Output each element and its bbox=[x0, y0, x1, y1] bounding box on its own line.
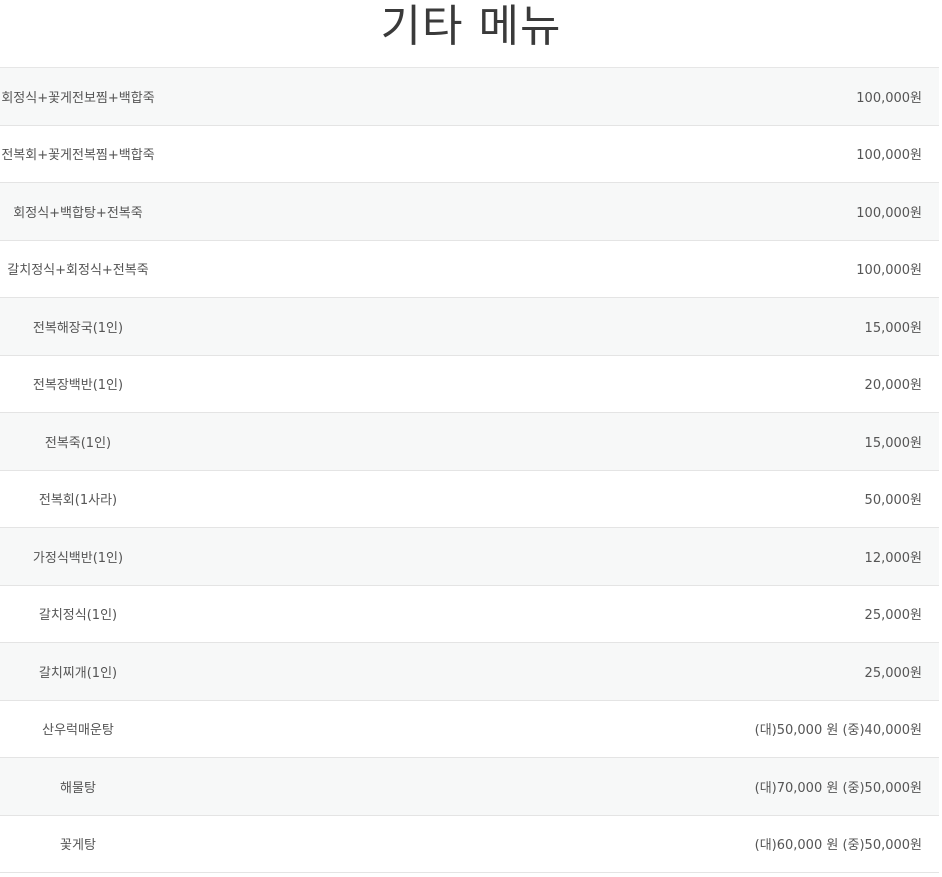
menu-item-price: 100,000원 bbox=[856, 90, 922, 106]
menu-item-price: 100,000원 bbox=[856, 263, 922, 279]
menu-item-name: 해물탕 bbox=[60, 780, 96, 796]
menu-row: 전복장백반(1인) 20,000원 bbox=[0, 355, 939, 413]
menu-item-name: 전복죽(1인) bbox=[44, 435, 112, 451]
menu-row: 전복회+꽃게전복찜+백합죽 100,000원 bbox=[0, 125, 939, 183]
menu-item-price: 20,000원 bbox=[864, 378, 922, 394]
menu-row: 회정식+백합탕+전복죽 100,000원 bbox=[0, 183, 939, 241]
menu-row: 산우럭매운탕 (대)50,000 원 (중)40,000원 bbox=[0, 700, 939, 758]
menu-item-name: 회정식+백합탕+전복죽 bbox=[13, 205, 143, 221]
menu-item-price: 12,000원 bbox=[864, 550, 922, 566]
menu-item-name: 갈치찌개(1인) bbox=[38, 665, 118, 681]
menu-row: 가정식백반(1인) 12,000원 bbox=[0, 528, 939, 586]
menu-row: 갈치정식(1인) 25,000원 bbox=[0, 585, 939, 643]
menu-item-price: (대)60,000 원 (중)50,000원 bbox=[754, 838, 922, 854]
menu-row: 꽃게탕 (대)60,000 원 (중)50,000원 bbox=[0, 815, 939, 873]
menu-item-name: 꽃게탕 bbox=[60, 838, 96, 854]
menu-row: 전복해장국(1인) 15,000원 bbox=[0, 298, 939, 356]
menu-item-price: 15,000원 bbox=[864, 320, 922, 336]
menu-item-price: (대)50,000 원 (중)40,000원 bbox=[754, 723, 922, 739]
menu-item-name: 전복장백반(1인) bbox=[32, 378, 124, 394]
menu-row: 전복회(1사라) 50,000원 bbox=[0, 470, 939, 528]
menu-item-name: 전복해장국(1인) bbox=[32, 320, 124, 336]
menu-row: 갈치찌개(1인) 25,000원 bbox=[0, 643, 939, 701]
menu-item-price: 50,000원 bbox=[864, 493, 922, 509]
menu-item-price: 15,000원 bbox=[864, 435, 922, 451]
menu-item-name: 가정식백반(1인) bbox=[32, 550, 124, 566]
menu-item-price: 25,000원 bbox=[864, 608, 922, 624]
menu-item-name: 갈치정식+회정식+전복죽 bbox=[7, 263, 149, 279]
menu-item-price: 100,000원 bbox=[856, 148, 922, 164]
menu-table: 회정식+꽃게전보찜+백합죽 100,000원 전복회+꽃게전복찜+백합죽 100… bbox=[0, 67, 939, 873]
menu-row: 해물탕 (대)70,000 원 (중)50,000원 bbox=[0, 758, 939, 816]
menu-item-price: (대)70,000 원 (중)50,000원 bbox=[754, 780, 922, 796]
menu-item-name: 전복회(1사라) bbox=[38, 493, 118, 509]
menu-item-price: 25,000원 bbox=[864, 665, 922, 681]
menu-item-price: 100,000원 bbox=[856, 205, 922, 221]
menu-item-name: 전복회+꽃게전복찜+백합죽 bbox=[1, 148, 155, 164]
menu-item-name: 갈치정식(1인) bbox=[38, 608, 118, 624]
page-title: 기타 메뉴 bbox=[380, 1, 562, 52]
menu-row: 갈치정식+회정식+전복죽 100,000원 bbox=[0, 240, 939, 298]
menu-row: 회정식+꽃게전보찜+백합죽 100,000원 bbox=[0, 68, 939, 126]
menu-item-name: 산우럭매운탕 bbox=[42, 723, 114, 739]
menu-item-name: 회정식+꽃게전보찜+백합죽 bbox=[1, 90, 155, 106]
menu-row: 전복죽(1인) 15,000원 bbox=[0, 413, 939, 471]
